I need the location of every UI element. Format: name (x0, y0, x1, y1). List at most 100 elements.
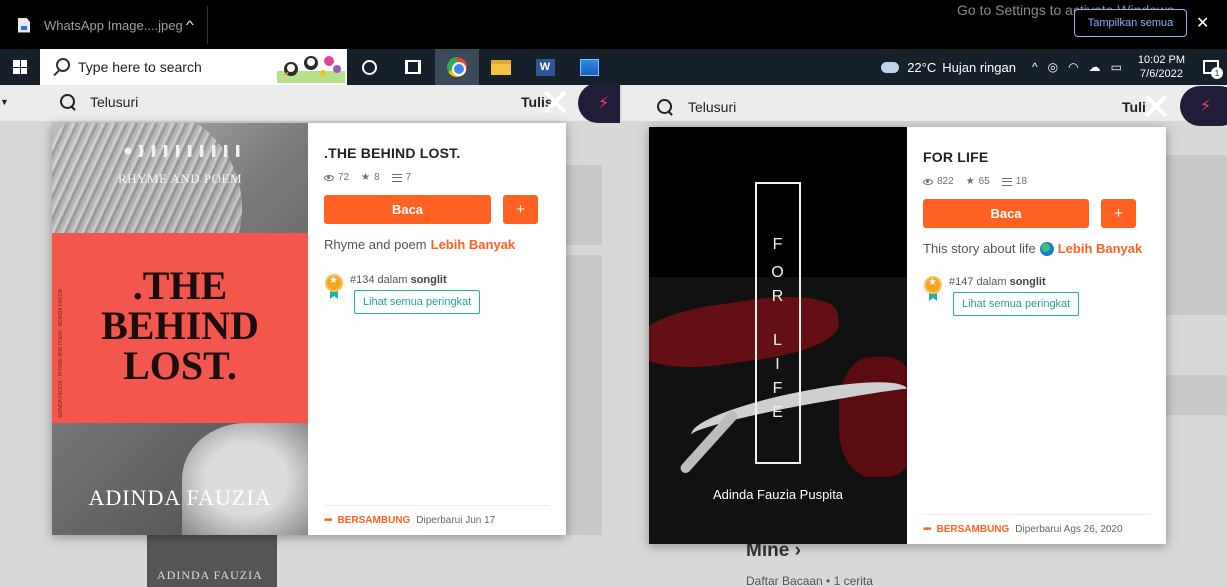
more-link[interactable]: Lebih Banyak (431, 237, 516, 252)
description-text: Rhyme and poem (324, 237, 427, 252)
cover-title-letter: F (772, 236, 784, 253)
parts-count: 7 (405, 172, 412, 183)
view-all-rankings-button[interactable]: Lihat semua peringkat (354, 290, 481, 314)
story-actions: Baca + (324, 195, 550, 224)
reads-count: 72 (338, 172, 350, 183)
search-icon[interactable] (657, 99, 673, 115)
download-item[interactable]: WhatsApp Image....jpeg ^ (8, 6, 208, 44)
left-search-label[interactable]: Telusuri (90, 94, 138, 110)
photos-taskbar-button[interactable] (567, 49, 611, 85)
view-all-rankings-button[interactable]: Lihat semua peringkat (953, 292, 1080, 316)
rank-tag[interactable]: songlit (411, 274, 447, 286)
add-to-list-button[interactable]: + (1101, 199, 1136, 228)
photos-icon (579, 58, 599, 76)
rank-tag[interactable]: songlit (1010, 276, 1046, 288)
story-footer: ••• BERSAMBUNG Diperbarui Jun 17 (324, 505, 550, 535)
word-taskbar-button[interactable]: W (523, 49, 567, 85)
read-button[interactable]: Baca (923, 199, 1089, 228)
chevron-up-icon[interactable]: ^ (1032, 60, 1038, 74)
add-to-list-button[interactable]: + (503, 195, 538, 224)
votes-count: 65 (978, 176, 990, 187)
story-details-left: .THE BEHIND LOST. 72 ★ 8 7 Baca + Rhyme a… (308, 123, 566, 535)
votes-stat: ★ 65 (966, 176, 990, 187)
cover-title-letter: I (775, 356, 781, 373)
right-page-header: Telusuri Tuli (622, 85, 1227, 126)
story-stats: 822 ★ 65 18 (923, 176, 1150, 187)
reads-stat: 72 (324, 172, 349, 183)
eye-icon (923, 178, 933, 185)
reads-stat: 822 (923, 176, 954, 187)
search-icon[interactable] (60, 94, 76, 110)
right-search-label[interactable]: Telusuri (688, 99, 736, 115)
read-button[interactable]: Baca (324, 195, 491, 224)
cover-title-letter: O (771, 264, 785, 281)
more-link[interactable]: Lebih Banyak (1058, 241, 1143, 256)
taskbar-search[interactable]: Type here to search (40, 49, 347, 85)
download-file-name: WhatsApp Image....jpeg (44, 17, 183, 33)
cover-author: Adinda Fauzia Puspita (712, 487, 844, 502)
close-icon[interactable] (542, 89, 568, 115)
weather-description[interactable]: Hujan ringan (942, 60, 1016, 75)
battery-icon[interactable]: ▭ (1111, 60, 1122, 74)
bolt-icon[interactable] (1180, 86, 1227, 126)
chevron-up-icon[interactable]: ^ (186, 18, 194, 32)
cover-title: .THE BEHIND LOST. (101, 263, 259, 388)
left-page-header: ▼ Telusuri Tulis (0, 85, 620, 123)
updated-date: Diperbarui Jun 17 (416, 515, 496, 526)
dropdown-arrow-icon[interactable]: ▼ (0, 97, 9, 107)
notification-icon[interactable]: 1 (1203, 60, 1223, 79)
list-icon (391, 173, 402, 182)
taskbar-clock[interactable]: 10:02 PM 7/6/2022 (1138, 53, 1185, 81)
votes-stat: ★ 8 (361, 172, 380, 183)
parts-count: 18 (1015, 176, 1027, 187)
weather-temperature[interactable]: 22°C (907, 60, 936, 75)
medal-icon (923, 276, 943, 302)
parts-stat: 18 (1001, 176, 1027, 187)
tray-icons: ^ ◎ ◠ ☁ ▭ (1032, 60, 1122, 74)
wifi-icon[interactable]: ◠ (1068, 60, 1078, 74)
meet-icon[interactable]: ◎ (1048, 60, 1058, 74)
story-preview-modal-right: F O R L I F E Adinda Fauzia Puspita FOR … (649, 127, 1166, 544)
clock-time: 10:02 PM (1137, 54, 1185, 66)
cover-author: ADINDA FAUZIA (88, 485, 272, 510)
story-ranking: #147 dalam songlit Lihat semua peringkat (923, 276, 1150, 316)
close-icon[interactable] (1143, 93, 1169, 119)
rank-number: #134 (350, 274, 375, 286)
cover-beads-art (122, 145, 242, 157)
story-title[interactable]: FOR LIFE (923, 149, 1150, 165)
status-badge: BERSAMBUNG (337, 515, 411, 526)
download-bar: WhatsApp Image....jpeg ^ Go to Settings … (0, 0, 1227, 49)
close-icon[interactable]: ✕ (1196, 13, 1209, 33)
updated-date: Diperbarui Ags 26, 2020 (1015, 524, 1123, 535)
system-tray: 22°C Hujan ringan ^ ◎ ◠ ☁ ▭ 10:02 PM 7/6… (881, 49, 1227, 85)
background-cover-author: ADINDA FAUZIA (157, 568, 263, 582)
parts-stat: 7 (391, 172, 412, 183)
start-button[interactable] (0, 49, 40, 85)
cortana-button[interactable] (347, 49, 391, 85)
story-preview-modal-left: RHYME AND POEM ADINDA FAUZIA · RHYME AND… (52, 123, 566, 535)
votes-count: 8 (374, 172, 380, 183)
story-cover-left[interactable]: RHYME AND POEM ADINDA FAUZIA · RHYME AND… (52, 123, 308, 535)
status-dots: ••• (324, 515, 332, 526)
cover-subtitle: RHYME AND POEM (117, 171, 242, 186)
weather-icon[interactable] (881, 61, 900, 73)
eye-icon (324, 174, 334, 181)
story-description: Rhyme and poem Lebih Banyak (324, 237, 550, 252)
chrome-taskbar-button[interactable] (435, 49, 479, 85)
bolt-icon[interactable] (578, 85, 620, 123)
clock-date: 7/6/2022 (1140, 68, 1183, 80)
cover-face-art (182, 423, 308, 535)
file-explorer-taskbar-button[interactable] (479, 49, 523, 85)
story-actions: Baca + (923, 199, 1150, 228)
story-stats: 72 ★ 8 7 (324, 172, 550, 183)
word-icon: W (535, 58, 555, 76)
cover-title-letter: R (771, 288, 785, 305)
notification-badge: 1 (1211, 67, 1223, 79)
task-view-button[interactable] (391, 49, 435, 85)
show-all-downloads-button[interactable]: Tampilkan semua (1074, 9, 1187, 37)
windows-icon (13, 60, 27, 74)
story-cover-right[interactable]: F O R L I F E Adinda Fauzia Puspita (649, 127, 907, 544)
onedrive-icon[interactable]: ☁ (1089, 60, 1101, 74)
story-title[interactable]: .THE BEHIND LOST. (324, 145, 550, 161)
description-text: This story about life (923, 241, 1036, 256)
